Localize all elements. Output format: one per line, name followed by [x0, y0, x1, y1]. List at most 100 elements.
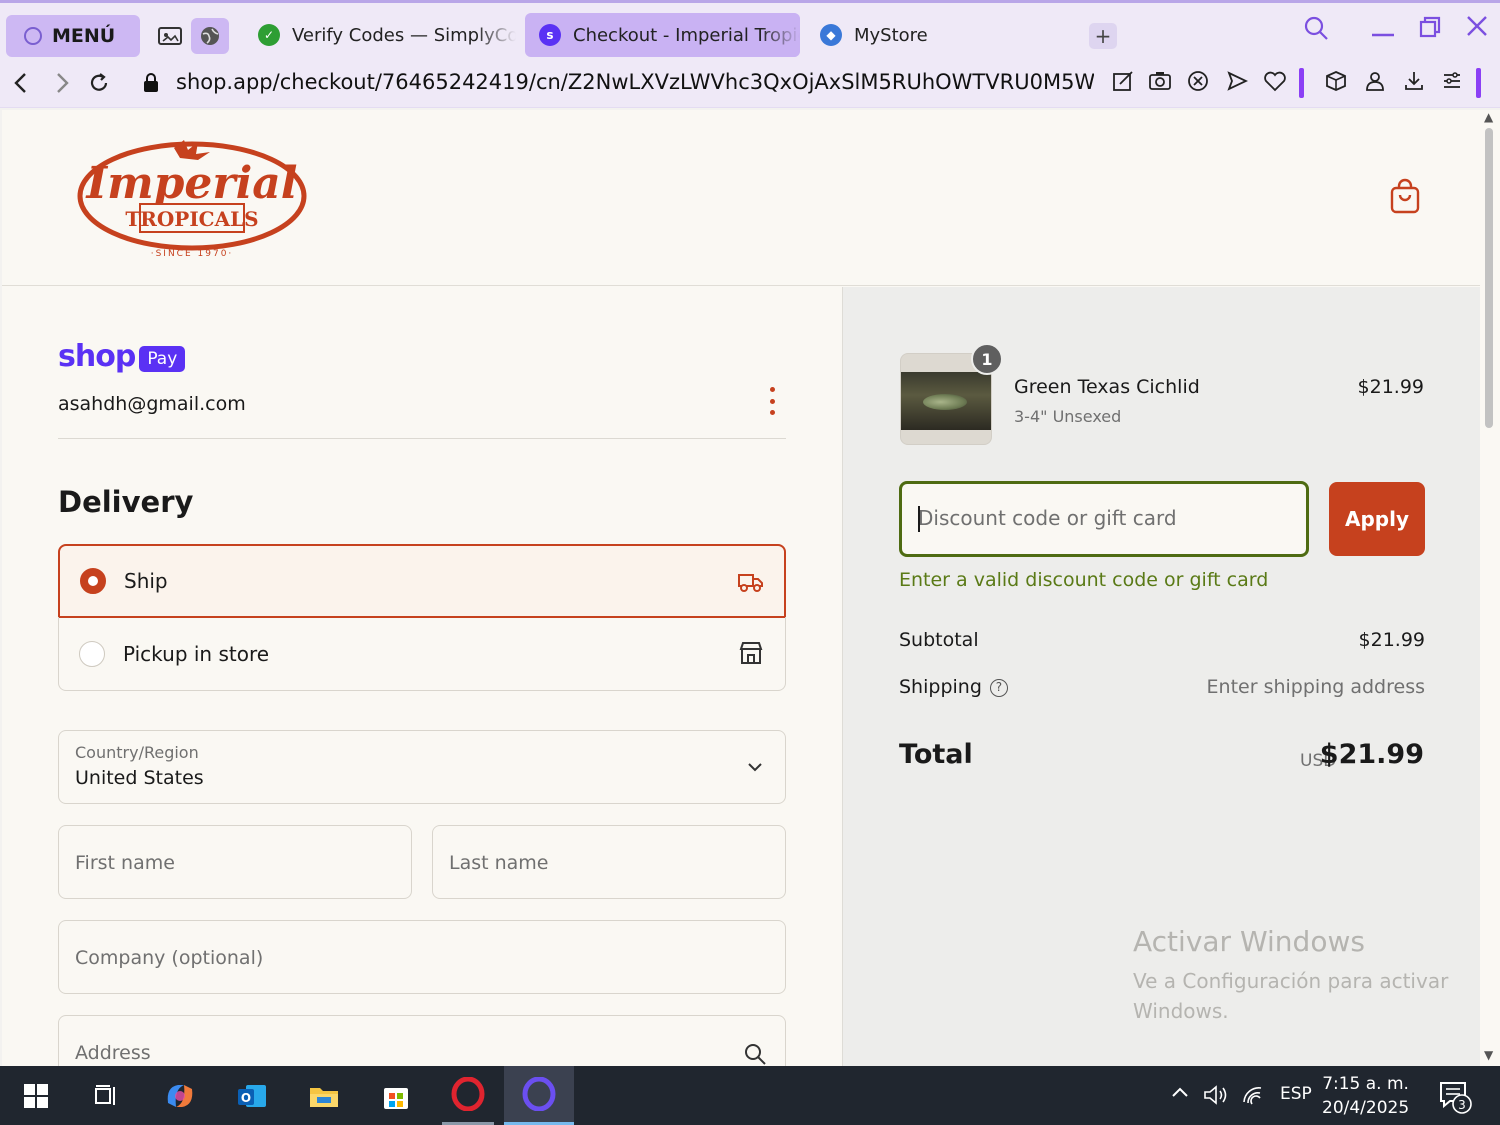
country-select[interactable]: Country/Region United States — [58, 730, 786, 804]
bookmark-heart-icon[interactable] — [1263, 70, 1287, 97]
extensions-cube-icon[interactable] — [1325, 70, 1347, 97]
close-window-icon[interactable] — [1464, 13, 1490, 45]
windows-taskbar: O ESP 7:15 a. m. 20/4/2025 3 — [0, 1066, 1500, 1125]
send-icon[interactable] — [1226, 70, 1249, 97]
delivery-option-pickup[interactable]: Pickup in store — [58, 617, 786, 691]
minimize-icon[interactable] — [1370, 17, 1396, 45]
watermark-title: Activar Windows — [1133, 925, 1365, 958]
system-clock[interactable]: 7:15 a. m. 20/4/2025 — [1322, 1072, 1409, 1120]
last-name-placeholder: Last name — [449, 852, 549, 874]
reload-icon[interactable] — [87, 68, 111, 104]
order-summary: 1 Green Texas Cichlid 3-4" Unsexed $21.9… — [842, 287, 1480, 1066]
scroll-down-icon[interactable]: ▼ — [1484, 1048, 1493, 1062]
clock-time: 7:15 a. m. — [1322, 1074, 1409, 1094]
copilot-icon[interactable] — [154, 1074, 206, 1118]
address-placeholder: Address — [75, 1042, 151, 1064]
store-icon — [739, 642, 763, 664]
opera-logo-icon — [24, 27, 42, 45]
shop-wordmark: shop — [58, 339, 136, 374]
first-name-field[interactable]: First name — [58, 825, 412, 899]
first-name-placeholder: First name — [75, 852, 175, 874]
file-explorer-icon[interactable] — [298, 1074, 350, 1118]
company-placeholder: Company (optional) — [75, 947, 264, 969]
mystore-favicon-icon: ◆ — [820, 24, 842, 46]
apply-button[interactable]: Apply — [1329, 482, 1425, 556]
delivery-heading: Delivery — [58, 485, 194, 519]
microsoft-store-icon[interactable] — [370, 1074, 422, 1118]
sidebar-indicator-right — [1476, 68, 1481, 98]
imperial-tropicals-logo[interactable]: Imperial TROPICALS ·SINCE 1970· — [76, 136, 308, 260]
opera-taskbar-icon[interactable] — [442, 1066, 494, 1125]
last-name-field[interactable]: Last name — [432, 825, 786, 899]
outlook-icon[interactable]: O — [226, 1074, 278, 1118]
simplycodes-favicon-icon: ✓ — [258, 24, 280, 46]
pickup-label: Pickup in store — [123, 641, 270, 666]
account-email: asahdh@gmail.com — [58, 393, 246, 415]
subtotal-row: Subtotal $21.99 — [899, 629, 1425, 651]
back-icon[interactable] — [10, 68, 34, 104]
browser-tab-bar: MENÚ ✓ Verify Codes — SimplyCodes s Chec… — [0, 0, 1500, 62]
downloads-icon[interactable] — [1403, 70, 1425, 97]
shop-pay-badge: shop Pay — [58, 339, 186, 374]
page-scrollbar[interactable]: ▲ ▼ — [1480, 110, 1500, 1066]
profile-icon[interactable] — [1364, 70, 1386, 97]
clock-date: 20/4/2025 — [1322, 1098, 1410, 1118]
help-icon[interactable]: ? — [989, 679, 1008, 697]
country-label: Country/Region — [75, 743, 199, 762]
account-options-icon[interactable] — [766, 387, 778, 415]
lock-icon[interactable] — [144, 73, 158, 93]
checkout-form-column: shop Pay asahdh@gmail.com Delivery Ship … — [2, 287, 842, 1066]
notification-count: 3 — [1458, 1098, 1466, 1112]
ship-radio[interactable] — [80, 568, 106, 594]
discount-input[interactable] — [918, 506, 1288, 530]
scrollbar-thumb[interactable] — [1485, 128, 1493, 428]
country-value: United States — [75, 767, 204, 789]
company-field[interactable]: Company (optional) — [58, 920, 786, 994]
workspace-globe-icon[interactable] — [191, 18, 229, 54]
browser-menu-button[interactable]: MENÚ — [6, 15, 140, 57]
new-tab-button[interactable]: + — [1089, 23, 1117, 49]
logo-wordmark: Imperial — [84, 158, 297, 209]
text-caret — [918, 506, 920, 532]
tab-checkout[interactable]: s Checkout - Imperial Tropicals — [525, 13, 800, 57]
address-field[interactable]: Address — [58, 1015, 786, 1066]
watermark-subtitle: Ve a Configuración para activar Windows. — [1133, 969, 1449, 1023]
total-label: Total — [899, 739, 973, 770]
scroll-up-icon[interactable]: ▲ — [1484, 110, 1493, 124]
adblock-icon[interactable] — [1187, 70, 1209, 97]
url-field[interactable]: shop.app/checkout/76465242419/cn/Z2NwLXV… — [176, 70, 1094, 94]
shipping-row: Shipping? Enter shipping address — [899, 676, 1425, 698]
product-price: $21.99 — [1357, 376, 1424, 398]
chevron-down-icon — [748, 763, 762, 772]
menu-label: MENÚ — [52, 25, 116, 47]
easy-setup-menu-icon[interactable] — [1441, 70, 1463, 97]
show-hidden-icons-icon[interactable] — [1170, 1084, 1190, 1105]
search-tabs-icon[interactable] — [1303, 15, 1329, 47]
logo-subtitle: TROPICALS — [125, 207, 258, 231]
subtotal-label: Subtotal — [899, 629, 979, 651]
delivery-option-ship[interactable]: Ship — [58, 544, 786, 618]
windows-start-icon[interactable] — [10, 1074, 62, 1118]
forward-icon[interactable] — [50, 68, 74, 104]
search-icon[interactable] — [743, 1042, 767, 1066]
svg-text:O: O — [241, 1091, 251, 1105]
tab-mystore[interactable]: ◆ MyStore — [806, 13, 986, 57]
volume-icon[interactable] — [1203, 1084, 1231, 1111]
tab-island-icon[interactable] — [151, 18, 189, 54]
edit-page-icon[interactable] — [1112, 70, 1134, 97]
delivery-method-group: Ship Pickup in store — [58, 544, 786, 691]
task-view-icon[interactable] — [80, 1074, 132, 1118]
opera-gx-taskbar-icon[interactable] — [504, 1066, 574, 1125]
notification-center-icon[interactable]: 3 — [1438, 1080, 1474, 1118]
restore-icon[interactable] — [1418, 15, 1442, 45]
discount-field[interactable] — [899, 481, 1309, 557]
tab-verify-codes[interactable]: ✓ Verify Codes — SimplyCodes — [244, 13, 516, 57]
wifi-icon[interactable] — [1241, 1084, 1265, 1111]
input-language[interactable]: ESP — [1280, 1084, 1312, 1104]
ship-label: Ship — [124, 569, 168, 593]
shopping-bag-icon[interactable] — [1389, 178, 1421, 214]
pickup-radio[interactable] — [79, 640, 105, 667]
logo-since: ·SINCE 1970· — [151, 249, 234, 259]
shop-favicon-icon: s — [539, 24, 561, 46]
snapshot-camera-icon[interactable] — [1148, 70, 1172, 97]
